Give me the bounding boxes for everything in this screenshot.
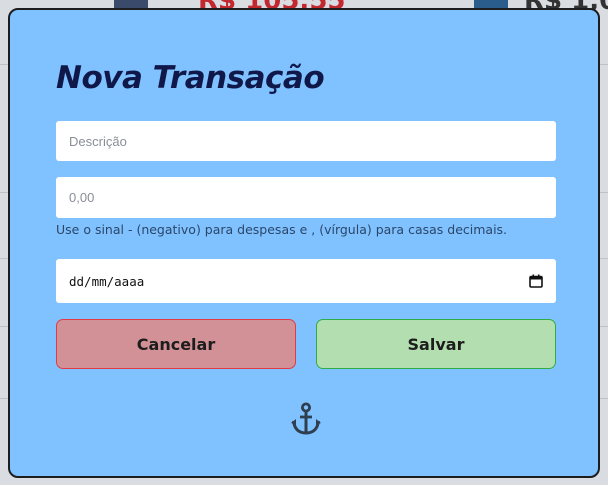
description-input[interactable]	[56, 121, 556, 161]
new-transaction-modal: Nova Transação Use o sinal - (negativo) …	[8, 8, 600, 478]
amount-input[interactable]	[56, 177, 556, 218]
calendar-icon[interactable]	[529, 274, 543, 288]
save-button[interactable]: Salvar	[316, 319, 556, 369]
cancel-button[interactable]: Cancelar	[56, 319, 296, 369]
modal-title: Nova Transação	[56, 60, 325, 96]
amount-hint: Use o sinal - (negativo) para despesas e…	[56, 222, 508, 237]
anchor-icon	[291, 402, 321, 435]
date-input[interactable]: dd/mm/aaaa	[56, 259, 556, 303]
date-placeholder: dd/mm/aaaa	[69, 273, 145, 289]
